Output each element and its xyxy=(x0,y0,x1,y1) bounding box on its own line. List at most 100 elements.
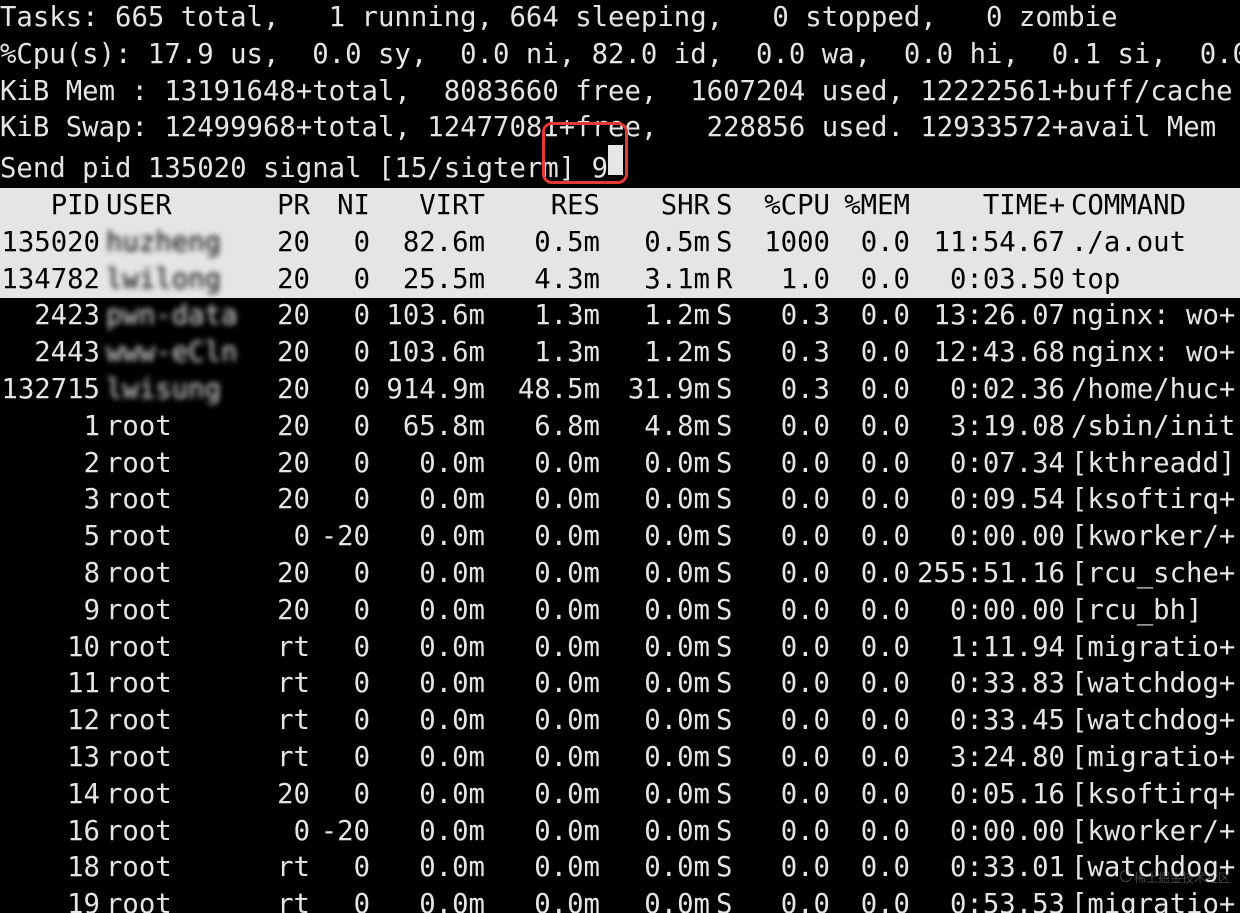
cell-res: 0.0m xyxy=(485,446,600,483)
cell-mem: 0.0 xyxy=(830,850,910,887)
cell-shr: 0.0m xyxy=(600,593,710,630)
table-row[interactable]: 134782lwilong20025.5m4.3m3.1mR1.00.00:03… xyxy=(0,262,1240,299)
cell-ni: 0 xyxy=(310,703,370,740)
cell-virt: 0.0m xyxy=(370,519,485,556)
cell-ni: 0 xyxy=(310,409,370,446)
cell-user: root xyxy=(100,740,255,777)
cell-cpu: 0.3 xyxy=(740,335,830,372)
cell-mem: 0.0 xyxy=(830,482,910,519)
cell-mem: 0.0 xyxy=(830,409,910,446)
cell-user: root xyxy=(100,630,255,667)
cell-time: 0:00.00 xyxy=(910,519,1065,556)
cpu-line: %Cpu(s): 17.9 us, 0.0 sy, 0.0 ni, 82.0 i… xyxy=(0,37,1240,74)
watermark: 稀土掘金技术社区 xyxy=(1120,870,1230,885)
cell-cpu: 0.0 xyxy=(740,740,830,777)
cell-res: 0.0m xyxy=(485,482,600,519)
table-row[interactable]: 3root2000.0m0.0m0.0mS0.00.00:09.54[ksoft… xyxy=(0,482,1240,519)
cell-s: S xyxy=(710,372,740,409)
cell-virt: 914.9m xyxy=(370,372,485,409)
table-row[interactable]: 18rootrt00.0m0.0m0.0mS0.00.00:33.01[watc… xyxy=(0,850,1240,887)
cell-s: S xyxy=(710,630,740,667)
cell-shr: 1.2m xyxy=(600,335,710,372)
table-row[interactable]: 14root2000.0m0.0m0.0mS0.00.00:05.16[ksof… xyxy=(0,777,1240,814)
table-row[interactable]: 10rootrt00.0m0.0m0.0mS0.00.01:11.94[migr… xyxy=(0,630,1240,667)
cell-user: root xyxy=(100,887,255,913)
cell-shr: 4.8m xyxy=(600,409,710,446)
cell-mem: 0.0 xyxy=(830,740,910,777)
cell-cmd: [rcu_sche+ xyxy=(1065,556,1240,593)
cell-res: 0.0m xyxy=(485,666,600,703)
kill-signal-input[interactable]: 9 xyxy=(592,151,608,188)
cell-s: S xyxy=(710,556,740,593)
kill-prompt[interactable]: Send pid 135020 signal [15/sigterm] 9 xyxy=(0,147,1240,188)
cell-shr: 0.0m xyxy=(600,630,710,667)
cell-virt: 0.0m xyxy=(370,777,485,814)
cell-pr: 20 xyxy=(255,446,310,483)
cell-virt: 82.6m xyxy=(370,225,485,262)
cell-pr: 20 xyxy=(255,777,310,814)
table-row[interactable]: 16root0-200.0m0.0m0.0mS0.00.00:00.00[kwo… xyxy=(0,814,1240,851)
table-row[interactable]: 2root2000.0m0.0m0.0mS0.00.00:07.34[kthre… xyxy=(0,446,1240,483)
cell-ni: 0 xyxy=(310,740,370,777)
cell-res: 0.0m xyxy=(485,850,600,887)
table-header-row: PID USER PR NI VIRT RES SHR S %CPU %MEM … xyxy=(0,188,1240,225)
col-res: RES xyxy=(485,188,600,225)
cell-pr: rt xyxy=(255,887,310,913)
cell-cpu: 0.0 xyxy=(740,593,830,630)
cell-ni: 0 xyxy=(310,666,370,703)
table-row[interactable]: 9root2000.0m0.0m0.0mS0.00.00:00.00[rcu_b… xyxy=(0,593,1240,630)
cell-ni: 0 xyxy=(310,262,370,299)
table-row[interactable]: 132715lwisung200914.9m48.5m31.9mS0.30.00… xyxy=(0,372,1240,409)
cell-mem: 0.0 xyxy=(830,519,910,556)
table-row[interactable]: 2423pwn-data200103.6m1.3m1.2mS0.30.013:2… xyxy=(0,298,1240,335)
cell-cpu: 0.0 xyxy=(740,409,830,446)
col-mem: %MEM xyxy=(830,188,910,225)
table-row[interactable]: 19rootrt00.0m0.0m0.0mS0.00.00:53.53[migr… xyxy=(0,887,1240,913)
cell-shr: 0.0m xyxy=(600,740,710,777)
table-row[interactable]: 1root20065.8m6.8m4.8mS0.00.03:19.08/sbin… xyxy=(0,409,1240,446)
cell-virt: 0.0m xyxy=(370,887,485,913)
cell-res: 0.0m xyxy=(485,556,600,593)
cell-user: root xyxy=(100,446,255,483)
cell-virt: 0.0m xyxy=(370,482,485,519)
table-row[interactable]: 13rootrt00.0m0.0m0.0mS0.00.03:24.80[migr… xyxy=(0,740,1240,777)
cell-pr: 20 xyxy=(255,262,310,299)
cell-mem: 0.0 xyxy=(830,887,910,913)
table-row[interactable]: 135020huzheng20082.6m0.5m0.5mS10000.011:… xyxy=(0,225,1240,262)
cell-pr: 20 xyxy=(255,225,310,262)
cell-pid: 14 xyxy=(0,777,100,814)
cell-virt: 0.0m xyxy=(370,703,485,740)
cell-ni: 0 xyxy=(310,593,370,630)
cell-user: root xyxy=(100,850,255,887)
table-row[interactable]: 2443www-eCln200103.6m1.3m1.2mS0.30.012:4… xyxy=(0,335,1240,372)
cell-virt: 0.0m xyxy=(370,630,485,667)
cell-cmd: nginx: wo+ xyxy=(1065,298,1240,335)
cell-cmd: [ksoftirq+ xyxy=(1065,482,1240,519)
cell-cpu: 0.3 xyxy=(740,372,830,409)
table-row[interactable]: 5root0-200.0m0.0m0.0mS0.00.00:00.00[kwor… xyxy=(0,519,1240,556)
cell-time: 0:02.36 xyxy=(910,372,1065,409)
cell-shr: 0.0m xyxy=(600,777,710,814)
cell-shr: 0.0m xyxy=(600,703,710,740)
cell-cpu: 0.0 xyxy=(740,519,830,556)
table-row[interactable]: 12rootrt00.0m0.0m0.0mS0.00.00:33.45[watc… xyxy=(0,703,1240,740)
table-row[interactable]: 8root2000.0m0.0m0.0mS0.00.0255:51.16[rcu… xyxy=(0,556,1240,593)
cell-cmd: ./a.out xyxy=(1065,225,1240,262)
cell-res: 0.5m xyxy=(485,225,600,262)
cell-pid: 2443 xyxy=(0,335,100,372)
cell-cmd: /sbin/init xyxy=(1065,409,1240,446)
cell-mem: 0.0 xyxy=(830,814,910,851)
cell-res: 0.0m xyxy=(485,777,600,814)
cell-time: 0:05.16 xyxy=(910,777,1065,814)
cell-user: root xyxy=(100,777,255,814)
cell-pid: 13 xyxy=(0,740,100,777)
cell-cpu: 0.3 xyxy=(740,298,830,335)
cell-shr: 0.0m xyxy=(600,446,710,483)
cell-pid: 18 xyxy=(0,850,100,887)
cell-mem: 0.0 xyxy=(830,335,910,372)
cell-res: 0.0m xyxy=(485,519,600,556)
cell-s: S xyxy=(710,703,740,740)
table-row[interactable]: 11rootrt00.0m0.0m0.0mS0.00.00:33.83[watc… xyxy=(0,666,1240,703)
cell-shr: 0.5m xyxy=(600,225,710,262)
cell-virt: 0.0m xyxy=(370,556,485,593)
